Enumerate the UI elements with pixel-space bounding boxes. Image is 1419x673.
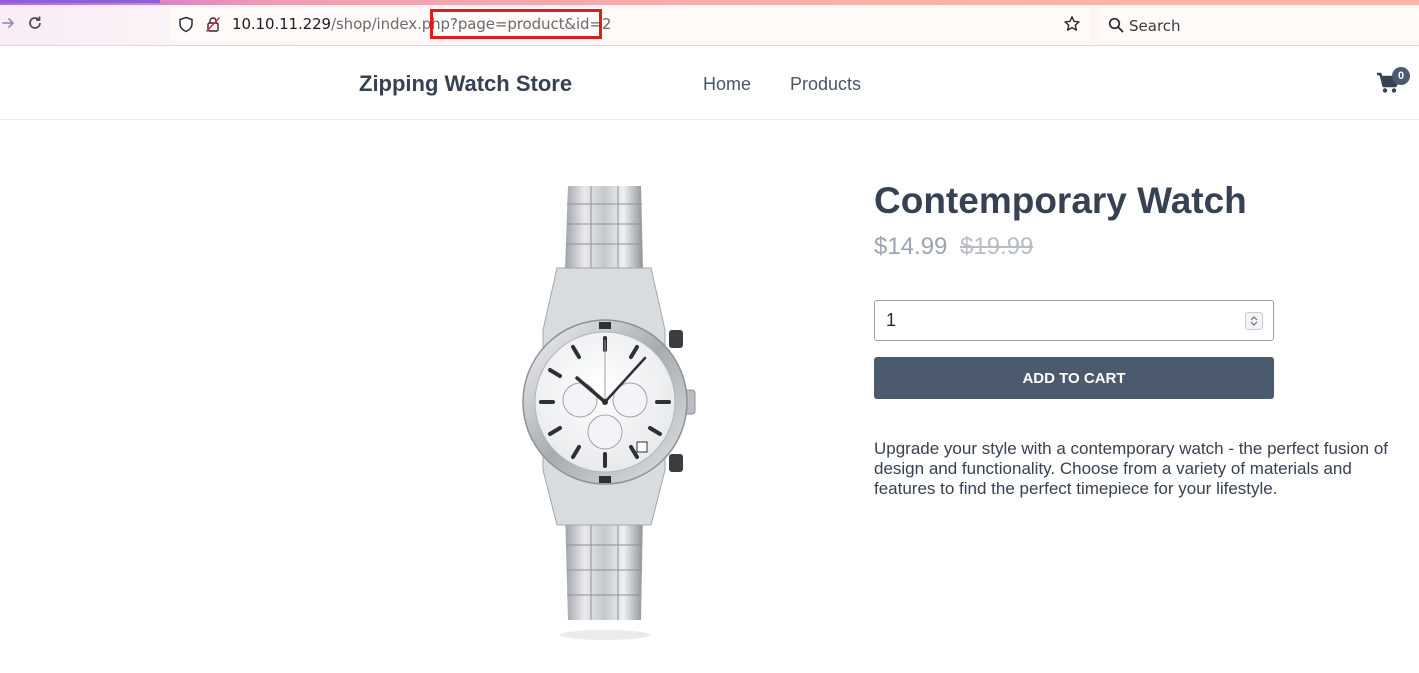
- reload-icon: [29, 16, 41, 29]
- nav-products-link[interactable]: Products: [790, 74, 861, 95]
- back-button[interactable]: [0, 14, 18, 32]
- url-path: /shop/index.php?page=product&id=2: [331, 15, 612, 33]
- stepper-arrows-icon: [1250, 316, 1258, 326]
- brand-logo[interactable]: Zipping Watch Store: [359, 71, 572, 97]
- insecure-lock-icon[interactable]: [205, 16, 221, 33]
- cart-button[interactable]: 0: [1376, 67, 1410, 97]
- product-title: Contemporary Watch: [874, 180, 1247, 221]
- active-tab-indicator: [0, 0, 160, 3]
- star-icon[interactable]: [1063, 15, 1081, 33]
- nav-home-link[interactable]: Home: [703, 74, 751, 95]
- shield-icon[interactable]: [178, 16, 194, 33]
- reload-button[interactable]: [26, 14, 44, 32]
- quantity-stepper[interactable]: [1245, 312, 1263, 330]
- product-description: Upgrade your style with a contemporary w…: [874, 439, 1389, 498]
- address-bar[interactable]: 10.10.11.229/shop/index.php?page=product…: [170, 8, 1090, 41]
- product-image: [505, 180, 715, 645]
- arrow-right-icon: [2, 18, 15, 28]
- add-to-cart-button[interactable]: ADD TO CART: [874, 357, 1274, 399]
- search-icon: [1108, 17, 1124, 33]
- url-text[interactable]: 10.10.11.229/shop/index.php?page=product…: [232, 16, 611, 33]
- url-host: 10.10.11.229: [232, 15, 331, 33]
- search-placeholder: Search: [1129, 17, 1181, 35]
- browser-toolbar: 10.10.11.229/shop/index.php?page=product…: [0, 0, 1419, 46]
- quantity-input[interactable]: [874, 300, 1274, 341]
- site-header: Zipping Watch Store Home Products 0: [0, 46, 1419, 120]
- tab-strip-accent: [0, 0, 1419, 5]
- product-old-price: $19.99: [960, 233, 1034, 260]
- search-input[interactable]: Search: [1099, 8, 1419, 41]
- product-price: $14.99: [874, 233, 948, 260]
- cart-count-badge: 0: [1392, 67, 1410, 85]
